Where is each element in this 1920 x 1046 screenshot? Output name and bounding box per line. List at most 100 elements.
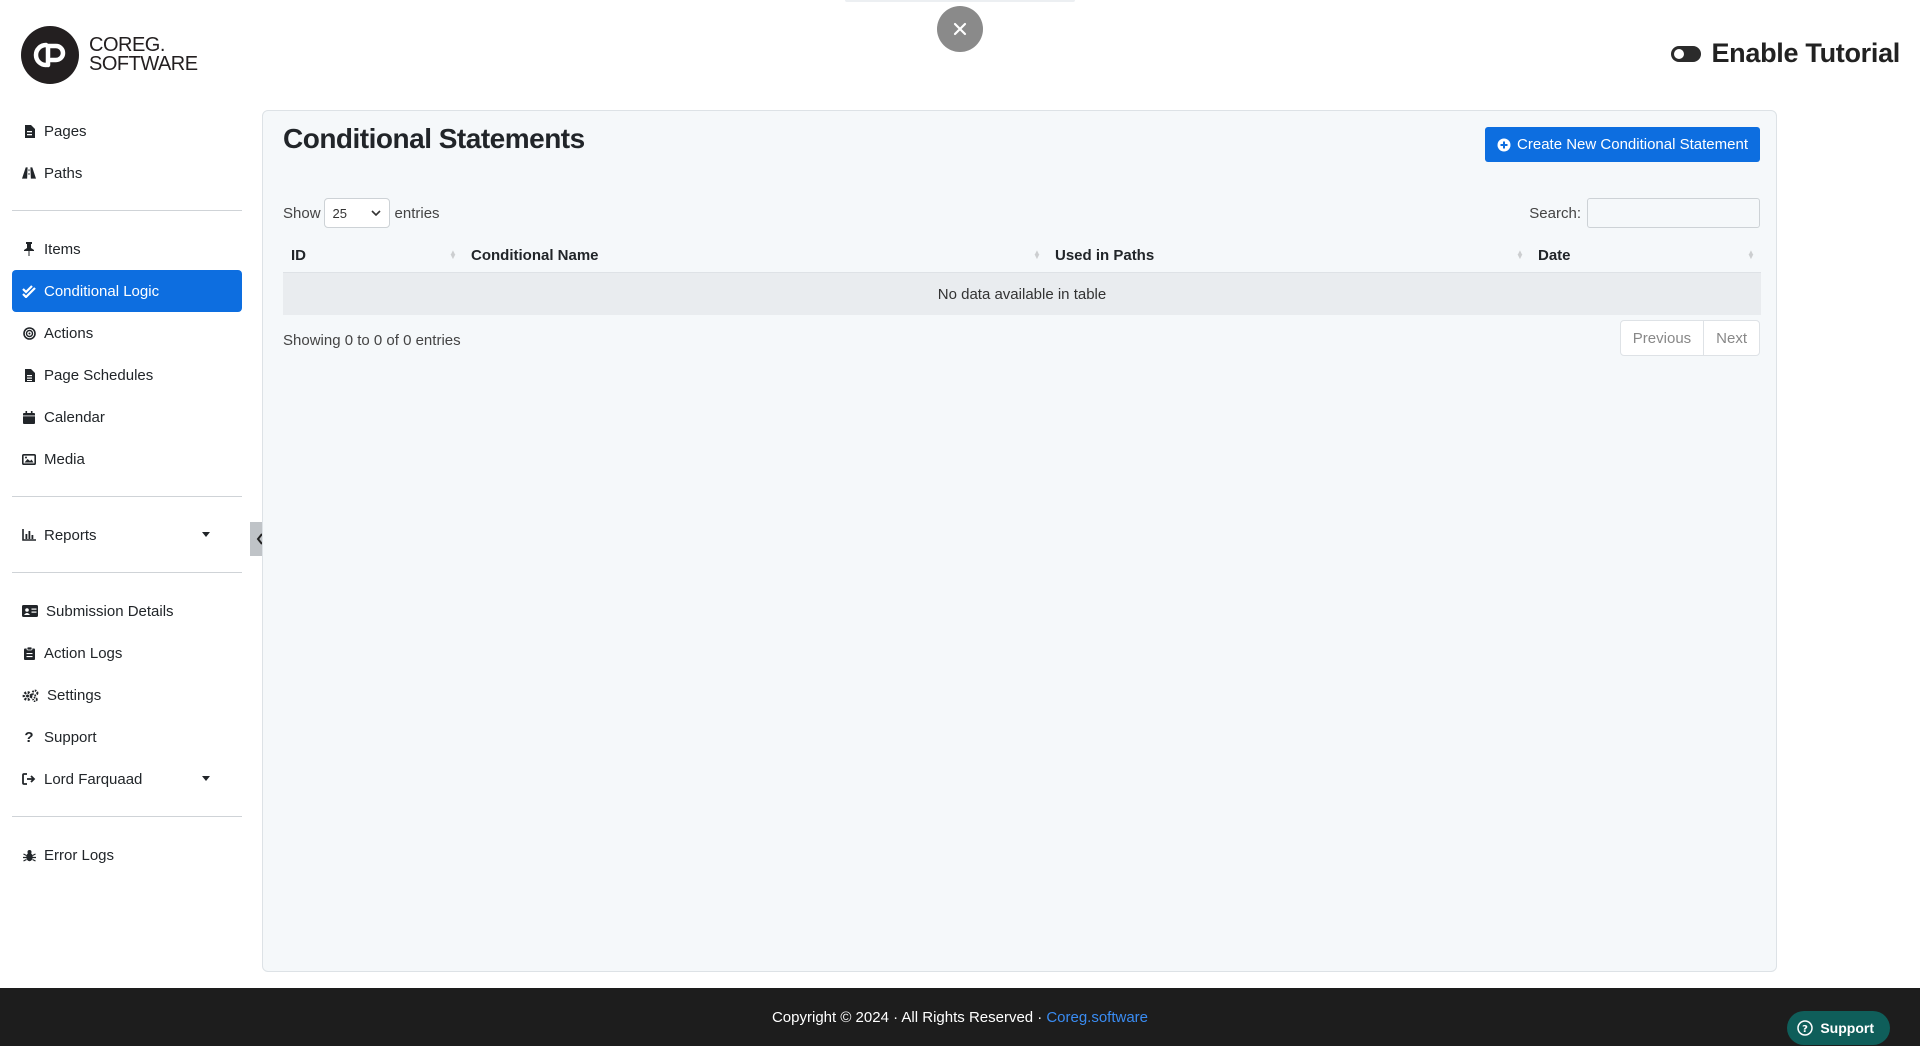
chevron-down-icon bbox=[202, 532, 210, 537]
sidebar-divider bbox=[12, 816, 242, 817]
close-button[interactable] bbox=[937, 6, 983, 52]
sidebar-item-conditional-logic[interactable]: Conditional Logic bbox=[12, 270, 242, 312]
close-icon bbox=[953, 22, 967, 36]
page-title: Conditional Statements bbox=[283, 123, 585, 154]
sidebar-item-label: Actions bbox=[44, 324, 94, 342]
sort-icon: ▲ ▼ bbox=[1033, 248, 1041, 261]
entries-label: entries bbox=[394, 204, 440, 222]
sidebar-item-items[interactable]: Items bbox=[12, 228, 242, 270]
create-conditional-button[interactable]: Create New Conditional Statement bbox=[1485, 127, 1760, 162]
sidebar-divider bbox=[12, 496, 242, 497]
sidebar-item-label: Lord Farquaad bbox=[44, 770, 143, 788]
empty-table-message: No data available in table bbox=[283, 272, 1761, 315]
toggle-switch-icon[interactable] bbox=[1671, 45, 1702, 62]
road-icon bbox=[22, 166, 36, 180]
chevron-down-icon bbox=[370, 210, 381, 216]
sort-icon: ▲ ▼ bbox=[1747, 248, 1755, 261]
help-circle-icon: ? bbox=[1797, 1020, 1814, 1036]
question-icon: ? bbox=[24, 728, 34, 746]
pagination: Previous Next bbox=[1619, 320, 1760, 356]
chart-icon bbox=[22, 528, 36, 542]
conditional-statements-table: ID ▲ ▼ Conditional Name ▲ ▼ Used in Paths ▲ ▼ … bbox=[283, 238, 1761, 315]
logo-line2: SOFTWARE bbox=[89, 53, 198, 75]
sidebar-item-label: Pages bbox=[44, 122, 87, 140]
sort-icon: ▲ ▼ bbox=[449, 248, 457, 261]
sidebar-item-error-logs[interactable]: Error Logs bbox=[12, 834, 242, 876]
table-row: No data available in table bbox=[283, 272, 1761, 315]
table-info: Showing 0 to 0 of 0 entries bbox=[283, 332, 461, 349]
copyright-text: Copyright © 2024 · All Rights Reserved · bbox=[771, 1008, 1043, 1026]
calendar-icon bbox=[22, 410, 36, 424]
page-size-select[interactable]: 25 bbox=[323, 198, 390, 228]
sidebar-divider bbox=[12, 572, 242, 573]
column-label: Date bbox=[1538, 246, 1571, 264]
sidebar-item-reports[interactable]: Reports bbox=[12, 514, 242, 556]
bug-icon bbox=[22, 848, 36, 862]
sidebar-item-label: Error Logs bbox=[44, 846, 115, 864]
support-button[interactable]: ? Support bbox=[1787, 1011, 1890, 1045]
sidebar-item-media[interactable]: Media bbox=[12, 438, 242, 480]
sidebar-item-calendar[interactable]: Calendar bbox=[12, 396, 242, 438]
sidebar: Pages Paths Items Conditional Logic Acti… bbox=[12, 110, 242, 876]
sidebar-item-label: Calendar bbox=[44, 408, 105, 426]
clipboard-icon bbox=[22, 646, 36, 660]
sidebar-item-actions[interactable]: Actions bbox=[12, 312, 242, 354]
search-control: Search: bbox=[1529, 198, 1760, 228]
next-page-button[interactable]: Next bbox=[1703, 321, 1759, 355]
table-header-row: ID ▲ ▼ Conditional Name ▲ ▼ Used in Paths ▲ ▼ … bbox=[283, 238, 1761, 273]
column-header-conditional-name[interactable]: Conditional Name ▲ ▼ bbox=[463, 238, 1047, 273]
support-label: Support bbox=[1820, 1020, 1874, 1036]
sidebar-item-support[interactable]: ? Support bbox=[12, 716, 242, 758]
page-length-control: Show 25 entries bbox=[283, 198, 440, 228]
column-header-date[interactable]: Date ▲ ▼ bbox=[1530, 238, 1761, 273]
footer: Copyright © 2024 · All Rights Reserved ·… bbox=[0, 988, 1920, 1046]
column-header-used-in-paths[interactable]: Used in Paths ▲ ▼ bbox=[1047, 238, 1530, 273]
enable-tutorial-toggle[interactable]: Enable Tutorial bbox=[1671, 38, 1900, 69]
column-label: ID bbox=[291, 246, 306, 264]
sidebar-item-label: Settings bbox=[47, 686, 102, 704]
sidebar-divider bbox=[12, 210, 242, 211]
sidebar-item-label: Support bbox=[44, 728, 97, 746]
pin-icon bbox=[22, 242, 36, 256]
search-input[interactable] bbox=[1587, 198, 1760, 228]
sidebar-item-user[interactable]: Lord Farquaad bbox=[12, 758, 242, 800]
previous-page-button[interactable]: Previous bbox=[1621, 321, 1703, 355]
sidebar-item-label: Conditional Logic bbox=[44, 282, 160, 300]
image-icon bbox=[22, 452, 36, 466]
svg-text:?: ? bbox=[1802, 1024, 1808, 1035]
search-label: Search: bbox=[1529, 204, 1581, 222]
file-lines-icon bbox=[22, 368, 36, 382]
logo-mark-icon bbox=[21, 26, 79, 84]
footer-link[interactable]: Coreg.software bbox=[1046, 1009, 1148, 1026]
logo-text: COREG. SOFTWARE bbox=[89, 35, 198, 75]
column-header-id[interactable]: ID ▲ ▼ bbox=[283, 238, 463, 273]
sign-out-icon bbox=[22, 772, 36, 786]
sidebar-item-pages[interactable]: Pages bbox=[12, 110, 242, 152]
main-panel: Conditional Statements Create New Condit… bbox=[262, 110, 1777, 972]
sidebar-item-label: Paths bbox=[44, 164, 83, 182]
file-icon bbox=[22, 124, 36, 138]
bullseye-icon bbox=[22, 326, 36, 340]
check-double-icon bbox=[22, 284, 36, 298]
page-size-value: 25 bbox=[332, 205, 347, 221]
sidebar-item-settings[interactable]: Settings bbox=[12, 674, 242, 716]
brand-logo[interactable]: COREG. SOFTWARE bbox=[21, 26, 198, 84]
column-label: Used in Paths bbox=[1055, 246, 1155, 264]
create-button-label: Create New Conditional Statement bbox=[1517, 136, 1748, 153]
id-card-icon bbox=[22, 604, 38, 618]
sidebar-item-label: Submission Details bbox=[46, 602, 174, 620]
sidebar-item-label: Media bbox=[44, 450, 85, 468]
sidebar-item-action-logs[interactable]: Action Logs bbox=[12, 632, 242, 674]
top-tab bbox=[845, 0, 1075, 2]
sidebar-item-label: Items bbox=[44, 240, 81, 258]
sidebar-item-paths[interactable]: Paths bbox=[12, 152, 242, 194]
chevron-down-icon bbox=[202, 776, 210, 781]
sidebar-item-label: Action Logs bbox=[44, 644, 123, 662]
gears-icon bbox=[22, 688, 39, 702]
sidebar-item-submission-details[interactable]: Submission Details bbox=[12, 590, 242, 632]
sidebar-item-label: Reports bbox=[44, 526, 97, 544]
sidebar-item-page-schedules[interactable]: Page Schedules bbox=[12, 354, 242, 396]
column-label: Conditional Name bbox=[471, 246, 599, 264]
plus-circle-icon bbox=[1497, 138, 1511, 152]
show-label: Show bbox=[283, 204, 321, 222]
